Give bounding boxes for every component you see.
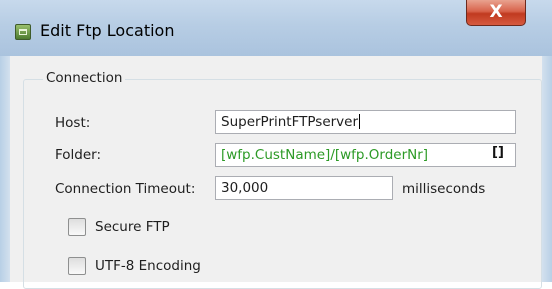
window-right-border	[542, 56, 552, 282]
utf8-encoding-label[interactable]: UTF-8 Encoding	[95, 258, 201, 274]
secure-ftp-label[interactable]: Secure FTP	[95, 219, 170, 235]
host-label: Host:	[55, 115, 91, 131]
folder-value: [wfp.CustName]/[wfp.OrderNr]	[221, 147, 429, 163]
connection-group-label: Connection	[43, 70, 126, 86]
timeout-label: Connection Timeout:	[55, 181, 196, 197]
host-input[interactable]: SuperPrintFTPserver	[215, 110, 516, 134]
folder-label: Folder:	[55, 147, 102, 163]
text-caret	[359, 114, 361, 129]
title-bar[interactable]: Edit Ftp Location X	[0, 0, 552, 57]
folder-input[interactable]: [wfp.CustName]/[wfp.OrderNr]	[215, 143, 516, 167]
folder-browse-button[interactable]: []	[491, 143, 505, 163]
app-icon	[15, 24, 31, 40]
timeout-input[interactable]: 30,000	[215, 176, 393, 200]
timeout-value: 30,000	[221, 180, 269, 196]
secure-ftp-checkbox[interactable]	[68, 218, 86, 236]
window-title: Edit Ftp Location	[40, 21, 175, 40]
window-left-border	[0, 56, 10, 282]
close-button[interactable]: X	[466, 0, 526, 26]
utf8-encoding-checkbox[interactable]	[68, 257, 86, 275]
timeout-unit-label: milliseconds	[402, 181, 486, 197]
host-value: SuperPrintFTPserver	[221, 114, 359, 130]
